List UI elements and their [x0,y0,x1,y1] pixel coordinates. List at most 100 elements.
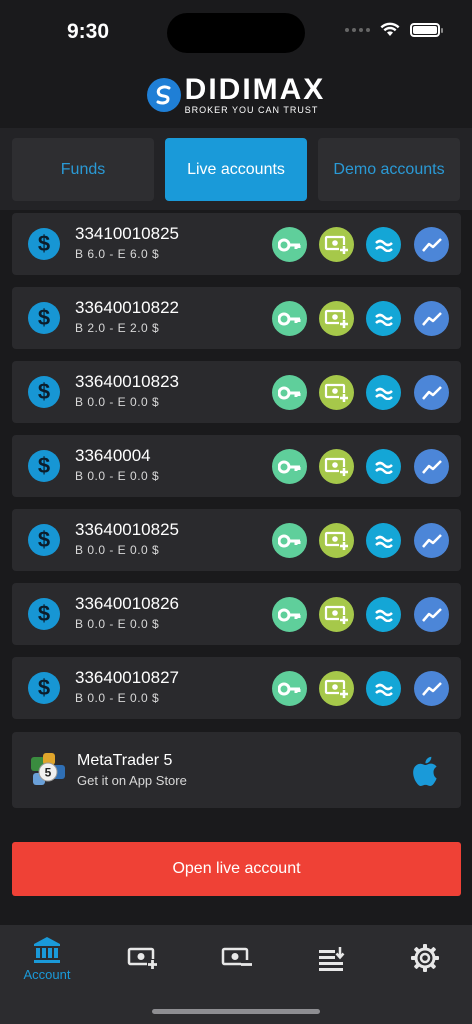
key-button[interactable] [272,597,307,632]
deposit-icon [127,947,158,970]
chart-button[interactable] [414,523,449,558]
chart-button[interactable] [414,375,449,410]
apple-icon [413,756,437,787]
chart-button[interactable] [414,449,449,484]
account-row[interactable]: $33640010826 B 0.0 - E 0.0 $ [12,583,461,645]
wifi-icon [380,22,400,36]
key-icon [277,608,302,622]
metatrader-title: MetaTrader 5 [77,752,173,769]
tab-funds[interactable]: Funds [12,138,154,201]
home-indicator [152,1009,320,1014]
account-balance: B 6.0 - E 6.0 $ [75,247,160,261]
account-number: 33640010823 [75,372,180,391]
deposit-icon [324,530,350,552]
account-row[interactable]: $33640010827 B 0.0 - E 0.0 $ [12,657,461,719]
wave-icon [374,312,394,326]
deposit-button[interactable] [319,227,354,262]
battery-icon [410,22,443,37]
account-row[interactable]: $33640010823 B 0.0 - E 0.0 $ [12,361,461,423]
account-balance: B 0.0 - E 0.0 $ [75,543,160,557]
dollar-icon: $ [28,376,60,408]
deposit-button[interactable] [319,671,354,706]
nav-account-label: Account [23,967,71,982]
deposit-icon [324,234,350,256]
key-button[interactable] [272,449,307,484]
chart-button[interactable] [414,227,449,262]
key-button[interactable] [272,523,307,558]
account-balance: B 0.0 - E 0.0 $ [75,469,160,483]
signal-icon [345,27,370,32]
account-row[interactable]: $33640010822 B 2.0 - E 2.0 $ [12,287,461,349]
deposit-icon [324,456,350,478]
nav-settings[interactable] [390,943,460,993]
account-row[interactable]: $33640004 B 0.0 - E 0.0 $ [12,435,461,497]
key-button[interactable] [272,301,307,336]
chart-icon [421,459,443,475]
brand-logo: DIDIMAX BROKER YOU CAN TRUST [0,74,472,116]
tab-live-accounts[interactable]: Live accounts [165,138,307,201]
account-balance: B 2.0 - E 2.0 $ [75,321,160,335]
key-icon [277,534,302,548]
dynamic-island [167,13,305,53]
dollar-icon: $ [28,672,60,704]
account-row[interactable]: $33640010825 B 0.0 - E 0.0 $ [12,509,461,571]
deposit-button[interactable] [319,449,354,484]
bank-icon [34,937,60,963]
dollar-icon: $ [28,302,60,334]
wave-icon [374,534,394,548]
deposit-button[interactable] [319,375,354,410]
chart-icon [421,385,443,401]
wave-button[interactable] [366,671,401,706]
metatrader-banner[interactable]: 5 MetaTrader 5 Get it on App Store [12,732,461,808]
account-number: 33640010827 [75,668,180,687]
metatrader-subtitle: Get it on App Store [77,773,187,788]
deposit-icon [324,382,350,404]
wave-button[interactable] [366,227,401,262]
nav-account[interactable]: Account [12,935,82,985]
wave-button[interactable] [366,449,401,484]
deposit-button[interactable] [319,597,354,632]
key-icon [277,312,302,326]
account-type-tabs: Funds Live accounts Demo accounts [0,128,472,210]
metatrader-badge: 5 [45,766,52,780]
wave-icon [374,608,394,622]
nav-withdraw[interactable] [202,945,272,995]
account-balance: B 0.0 - E 0.0 $ [75,691,160,705]
chart-button[interactable] [414,301,449,336]
wave-button[interactable] [366,301,401,336]
logo-mark-icon [146,78,181,112]
dollar-icon: $ [28,450,60,482]
dollar-icon: $ [28,228,60,260]
key-icon [277,682,302,696]
chart-button[interactable] [414,671,449,706]
wave-button[interactable] [366,375,401,410]
transfer-icon [319,947,345,971]
wave-button[interactable] [366,597,401,632]
account-row[interactable]: $33410010825 B 6.0 - E 6.0 $ [12,213,461,275]
tab-demo-accounts[interactable]: Demo accounts [318,138,460,201]
brand-name: DIDIMAX [184,73,326,106]
deposit-button[interactable] [319,301,354,336]
key-button[interactable] [272,227,307,262]
dollar-icon: $ [28,524,60,556]
status-icons [345,22,443,37]
metatrader-icon: 5 [31,753,65,785]
wave-icon [374,386,394,400]
chart-button[interactable] [414,597,449,632]
wave-icon [374,682,394,696]
key-icon [277,386,302,400]
deposit-icon [324,678,350,700]
nav-transfer[interactable] [296,945,366,995]
deposit-button[interactable] [319,523,354,558]
deposit-icon [324,604,350,626]
nav-deposit[interactable] [108,945,178,995]
status-time: 9:30 [67,20,110,43]
key-button[interactable] [272,375,307,410]
wave-button[interactable] [366,523,401,558]
chart-icon [421,533,443,549]
account-balance: B 0.0 - E 0.0 $ [75,617,160,631]
account-number: 33640010825 [75,520,180,539]
open-live-account-button[interactable]: Open live account [12,842,461,896]
account-number: 33640010826 [75,594,180,613]
key-button[interactable] [272,671,307,706]
